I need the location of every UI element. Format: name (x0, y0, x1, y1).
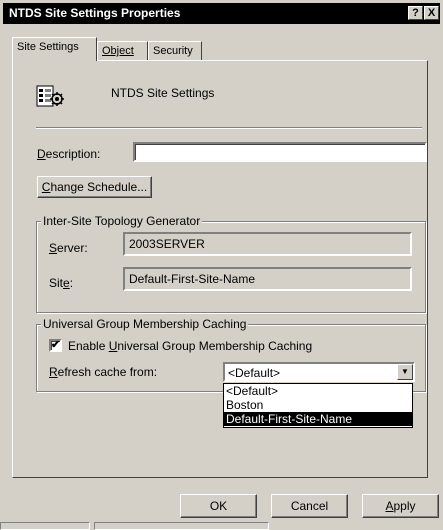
refresh-cache-label: Refresh cache from: (49, 365, 158, 379)
chevron-down-icon[interactable]: ▼ (397, 364, 413, 380)
refresh-cache-select[interactable]: <Default> ▼ (223, 362, 415, 382)
change-schedule-button[interactable]: Change Schedule... (37, 176, 152, 198)
status-segment (0, 522, 90, 530)
site-label: Site: (49, 276, 74, 290)
help-button[interactable]: ? (408, 6, 423, 20)
status-segment (94, 522, 269, 530)
enable-caching-label: Enable Universal Group Membership Cachin… (68, 339, 313, 353)
server-label: Server: (49, 241, 88, 255)
separator (36, 127, 422, 129)
title-bar[interactable]: NTDS Site Settings Properties ? X (3, 3, 440, 24)
description-label: Description: (37, 147, 101, 161)
dropdown-option-boston[interactable]: Boston (224, 398, 412, 412)
ugmc-group-title: Universal Group Membership Caching (41, 317, 249, 331)
dropdown-option-default-first-site-name[interactable]: Default-First-Site-Name (224, 412, 412, 426)
istg-group-title: Inter-Site Topology Generator (41, 214, 203, 228)
tab-site-settings[interactable]: Site Settings (12, 37, 97, 61)
refresh-cache-value: <Default> (228, 366, 281, 380)
dropdown-option-default[interactable]: <Default> (224, 384, 412, 398)
tab-security[interactable]: Security (148, 41, 202, 61)
tab-object[interactable]: Object (97, 41, 148, 61)
site-settings-icon (36, 85, 64, 107)
status-bar (0, 520, 443, 530)
ok-button[interactable]: OK (180, 494, 257, 518)
description-input[interactable] (133, 142, 427, 162)
window-title: NTDS Site Settings Properties (9, 6, 181, 20)
close-button[interactable]: X (424, 6, 439, 20)
header-title: NTDS Site Settings (111, 86, 215, 100)
enable-caching-checkbox[interactable]: ✔ (49, 339, 62, 352)
server-field: 2003SERVER (123, 232, 412, 256)
cancel-button[interactable]: Cancel (271, 494, 348, 518)
apply-button[interactable]: Apply (362, 494, 439, 518)
site-field: Default-First-Site-Name (123, 267, 412, 291)
refresh-cache-dropdown-list[interactable]: <Default> Boston Default-First-Site-Name (223, 383, 413, 428)
properties-dialog: NTDS Site Settings Properties ? X Site S… (0, 0, 443, 530)
